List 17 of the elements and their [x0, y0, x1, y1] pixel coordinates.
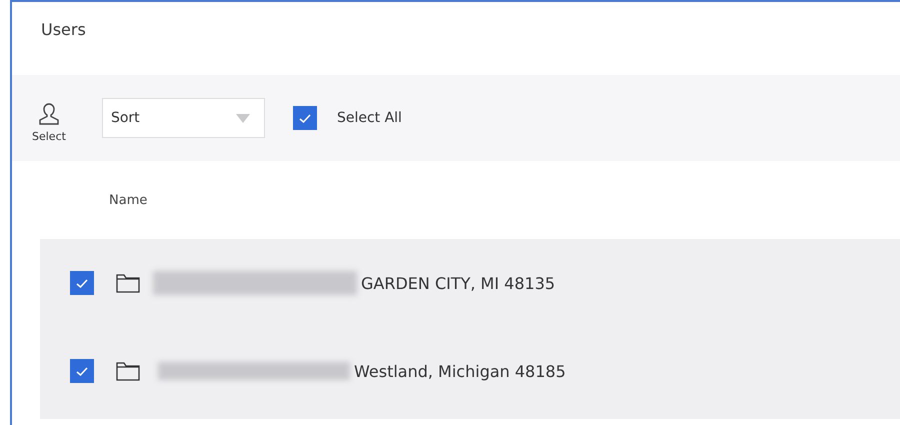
check-icon: [75, 278, 89, 288]
row-name: Westland, Michigan 48185: [354, 362, 566, 380]
row-checkbox[interactable]: [70, 271, 94, 295]
folder-icon: [116, 273, 140, 293]
folder-icon: [116, 361, 140, 381]
check-icon: [298, 112, 312, 124]
select-all-label: Select All: [336, 110, 402, 126]
user-icon: [38, 102, 60, 126]
sort-dropdown[interactable]: Sort: [102, 98, 265, 138]
select-button[interactable]: Select: [32, 102, 66, 142]
select-all-checkbox[interactable]: [292, 106, 317, 130]
panel-title: Users: [40, 19, 87, 41]
row-name: GARDEN CITY, MI 48135: [361, 274, 556, 292]
check-icon: [75, 366, 89, 376]
column-header: Name: [109, 192, 148, 208]
row-checkbox[interactable]: [70, 359, 94, 383]
dropdown-caret-icon: [236, 114, 250, 122]
